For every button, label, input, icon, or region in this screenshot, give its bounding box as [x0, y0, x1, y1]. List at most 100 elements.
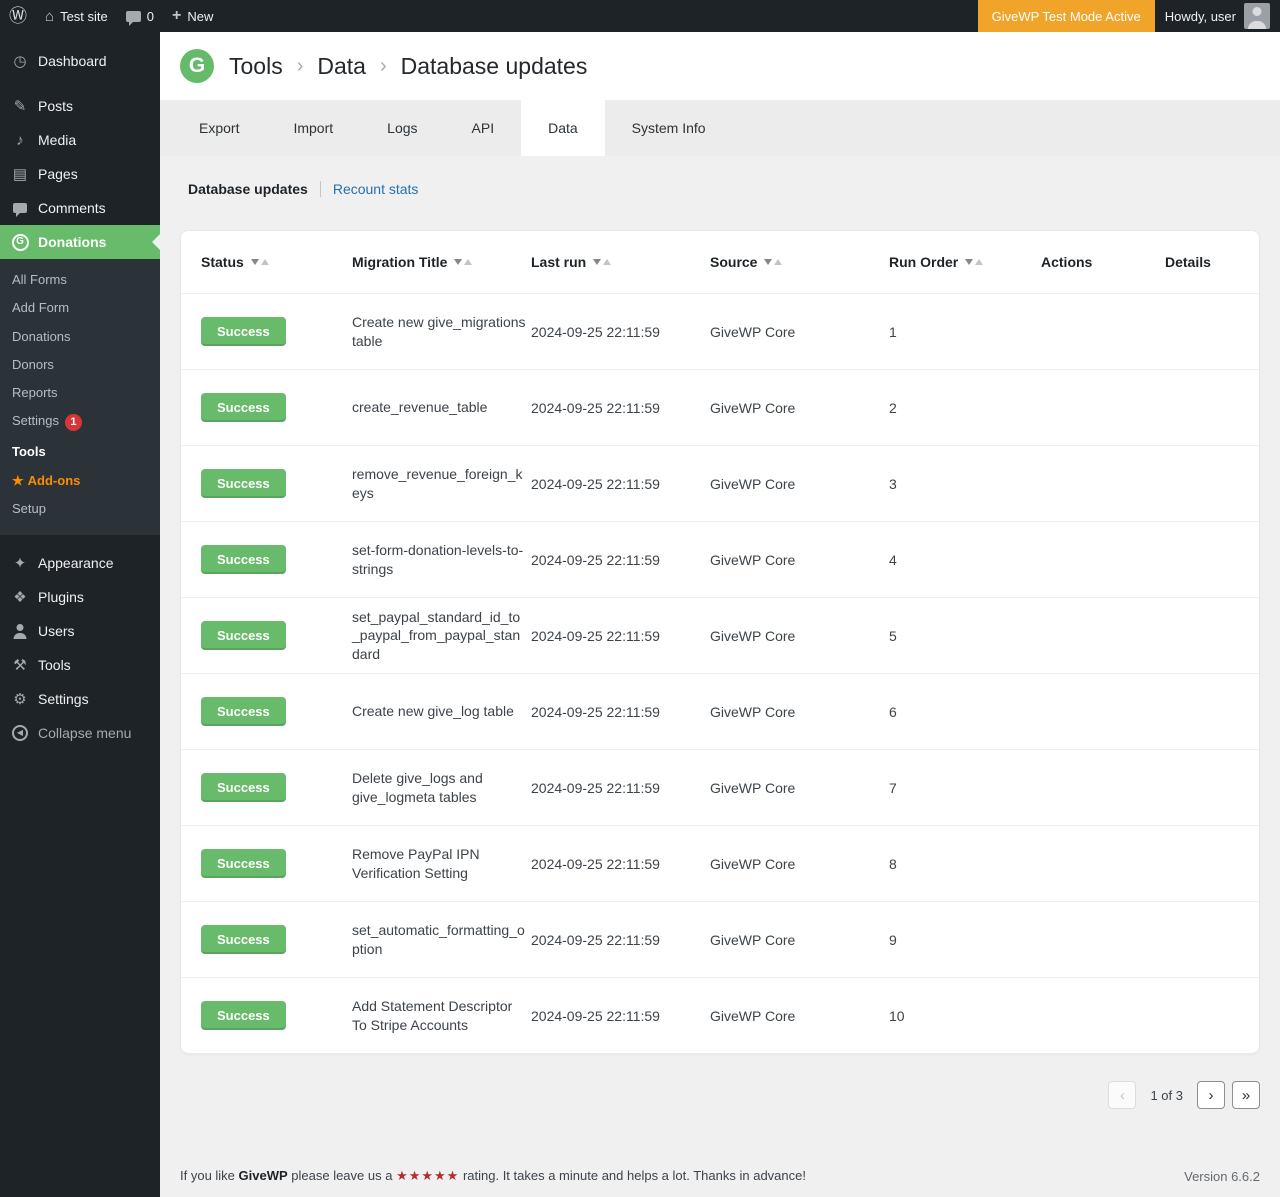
admin-bar: Ⓦ ⌂ Test site 0 + New GiveWP Test Mode A…: [0, 0, 1280, 32]
chevron-right-icon: ›: [297, 55, 304, 78]
sidebar-subitem-donors[interactable]: Donors: [0, 351, 160, 379]
tab-system-info[interactable]: System Info: [605, 100, 733, 156]
home-icon: ⌂: [45, 8, 54, 25]
sidebar-subitem-tools[interactable]: Tools: [0, 438, 160, 466]
migration-title: set_paypal_standard_id_to_paypal_from_pa…: [352, 608, 531, 663]
sidebar-subitem-add-form[interactable]: Add Form: [0, 294, 160, 322]
sidebar-subitem-setup[interactable]: Setup: [0, 495, 160, 523]
table-row: Success set_automatic_formatting_option …: [181, 901, 1259, 977]
breadcrumb-tools[interactable]: Tools: [229, 53, 283, 80]
status-badge: Success: [201, 773, 286, 802]
column-header-source[interactable]: Source: [710, 254, 889, 270]
status-cell: Success: [201, 925, 352, 954]
collapse-icon: ◀: [10, 725, 30, 741]
sidebar-subitem-all-forms[interactable]: All Forms: [0, 266, 160, 294]
source: GiveWP Core: [710, 324, 889, 340]
rating-stars-link[interactable]: ★★★★★: [396, 1168, 459, 1183]
status-badge: Success: [201, 469, 286, 498]
run-order: 7: [889, 780, 1041, 796]
sidebar-item-plugins[interactable]: ❖ Plugins: [0, 580, 160, 614]
sidebar-item-comments[interactable]: Comments: [0, 191, 160, 225]
sidebar-item-pages[interactable]: ▤ Pages: [0, 157, 160, 191]
sidebar-item-posts[interactable]: ✎ Posts: [0, 89, 160, 123]
sidebar-item-media[interactable]: ♪ Media: [0, 123, 160, 157]
last-run: 2024-09-25 22:11:59: [531, 1008, 710, 1024]
users-icon: [10, 624, 30, 639]
view-toolbar: Database updates Recount stats: [188, 181, 1260, 197]
sidebar-item-settings[interactable]: ⚙ Settings: [0, 682, 160, 716]
star-icon: ★: [12, 473, 24, 488]
status-badge: Success: [201, 697, 286, 726]
column-header-last-run[interactable]: Last run: [531, 254, 710, 270]
tab-import[interactable]: Import: [266, 100, 360, 156]
tab-logs[interactable]: Logs: [360, 100, 444, 156]
test-mode-badge[interactable]: GiveWP Test Mode Active: [978, 0, 1155, 32]
table-row: Success Create new give_migrations table…: [181, 293, 1259, 369]
last-page-button[interactable]: »: [1232, 1081, 1260, 1109]
sidebar-subitem-donations[interactable]: Donations: [0, 323, 160, 351]
sidebar-item-dashboard[interactable]: ◷ Dashboard: [0, 44, 160, 78]
sidebar-item-appearance[interactable]: ✦ Appearance: [0, 546, 160, 580]
admin-sidebar: ◷ Dashboard ✎ Posts ♪ Media ▤ Pages Comm…: [0, 32, 160, 1197]
migration-title: set_automatic_formatting_option: [352, 921, 531, 957]
source: GiveWP Core: [710, 1008, 889, 1024]
column-header-status[interactable]: Status: [201, 254, 352, 270]
status-badge: Success: [201, 393, 286, 422]
sidebar-item-tools[interactable]: ⚒ Tools: [0, 648, 160, 682]
table-row: Success remove_revenue_foreign_keys 2024…: [181, 445, 1259, 521]
column-header-migration-title[interactable]: Migration Title: [352, 254, 531, 270]
last-run: 2024-09-25 22:11:59: [531, 932, 710, 948]
plus-icon: +: [172, 7, 181, 25]
recount-stats-link[interactable]: Recount stats: [333, 181, 419, 197]
new-content-button[interactable]: + New: [163, 0, 222, 32]
next-page-button[interactable]: ›: [1197, 1081, 1225, 1109]
column-header-actions: Actions: [1041, 254, 1165, 270]
wordpress-menu[interactable]: Ⓦ: [0, 0, 36, 32]
tab-export[interactable]: Export: [172, 100, 266, 156]
breadcrumb-current: Database updates: [401, 53, 588, 80]
sidebar-subitem-addons[interactable]: ★Add-ons: [0, 467, 160, 495]
run-order: 1: [889, 324, 1041, 340]
plugins-icon: ❖: [10, 590, 30, 605]
table-row: Success Add Statement Descriptor To Stri…: [181, 977, 1259, 1053]
site-name: Test site: [60, 9, 108, 24]
menu-separator: [0, 78, 160, 89]
table-header-row: Status Migration Title Last run Source R…: [181, 231, 1259, 293]
last-run: 2024-09-25 22:11:59: [531, 704, 710, 720]
breadcrumb-data[interactable]: Data: [317, 53, 366, 80]
migration-title: create_revenue_table: [352, 398, 531, 416]
chevron-right-icon: ›: [380, 55, 387, 78]
givewp-logo: G: [180, 49, 214, 83]
pages-icon: ▤: [10, 167, 30, 182]
sidebar-item-users[interactable]: Users: [0, 614, 160, 648]
migration-title: set-form-donation-levels-to-strings: [352, 541, 531, 577]
comments-indicator[interactable]: 0: [117, 0, 163, 32]
status-badge: Success: [201, 317, 286, 346]
source: GiveWP Core: [710, 628, 889, 644]
site-home-link[interactable]: ⌂ Test site: [36, 0, 117, 32]
migration-title: Add Statement Descriptor To Stripe Accou…: [352, 997, 531, 1033]
source: GiveWP Core: [710, 704, 889, 720]
tools-icon: ⚒: [10, 658, 30, 673]
collapse-menu-button[interactable]: ◀ Collapse menu: [0, 716, 160, 750]
tab-data[interactable]: Data: [521, 100, 605, 156]
run-order: 4: [889, 552, 1041, 568]
source: GiveWP Core: [710, 400, 889, 416]
brand-name: GiveWP: [239, 1168, 288, 1183]
account-menu[interactable]: Howdy, user: [1155, 0, 1280, 32]
menu-separator: [0, 535, 160, 546]
sidebar-item-donations[interactable]: G Donations: [0, 225, 160, 259]
comments-icon: [10, 203, 30, 213]
last-run: 2024-09-25 22:11:59: [531, 628, 710, 644]
sidebar-subitem-settings[interactable]: Settings1: [0, 407, 160, 438]
tab-api[interactable]: API: [445, 100, 522, 156]
sidebar-subitem-reports[interactable]: Reports: [0, 379, 160, 407]
table-row: Success Delete give_logs and give_logmet…: [181, 749, 1259, 825]
column-header-run-order[interactable]: Run Order: [889, 254, 1041, 270]
last-run: 2024-09-25 22:11:59: [531, 780, 710, 796]
database-updates-view-link[interactable]: Database updates: [188, 181, 308, 197]
sort-icon: [593, 259, 611, 265]
sort-icon: [454, 259, 472, 265]
pagination: ‹ 1 of 3 › »: [180, 1081, 1260, 1109]
column-header-details: Details: [1165, 254, 1239, 270]
